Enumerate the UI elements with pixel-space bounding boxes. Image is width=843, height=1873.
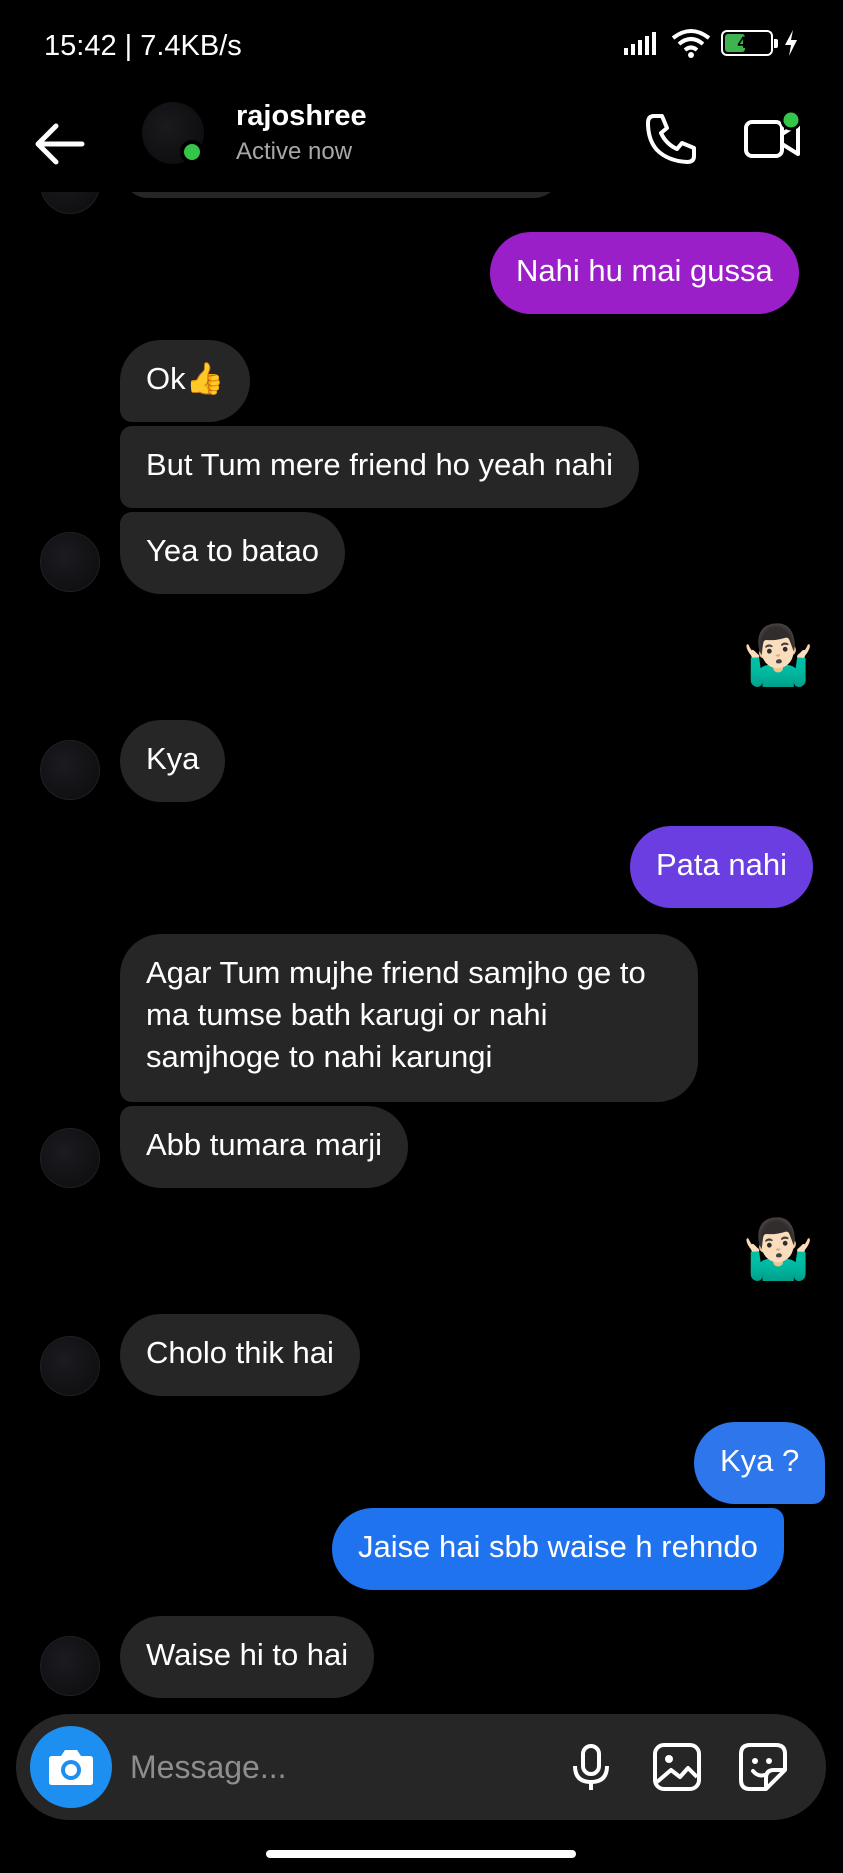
status-icons: 41 (623, 28, 799, 58)
message-bubble-cutoff (122, 192, 560, 198)
message-text: Yea to batao (146, 533, 319, 568)
message-bubble-sent[interactable]: Pata nahi (630, 826, 813, 908)
contact-avatar-small (40, 192, 100, 214)
message-bubble-received[interactable]: Kya (120, 720, 226, 802)
message-bubble-received[interactable]: Yea to batao (120, 512, 345, 594)
microphone-icon[interactable] (564, 1740, 618, 1794)
message-text: Jaise hai sbb waise h rehndo (358, 1529, 758, 1564)
back-arrow-icon[interactable] (30, 114, 90, 174)
contact-status: Active now (236, 138, 353, 165)
wifi-icon (671, 29, 711, 58)
message-bubble-received[interactable]: Abb tumara marji (120, 1106, 409, 1188)
video-camera-icon[interactable] (742, 108, 804, 170)
message-text: Kya (146, 741, 200, 776)
message-text: Pata nahi (656, 847, 787, 882)
contact-avatar-small (40, 1128, 100, 1188)
battery-level: 41 (737, 33, 757, 52)
contact-avatar-small (40, 1636, 100, 1696)
phone-icon[interactable] (640, 108, 702, 170)
chat-header: rajoshree Active now (0, 96, 843, 192)
message-text: Ok👍 (146, 361, 225, 396)
message-text: Agar Tum mujhe friend samjho ge to ma tu… (146, 955, 646, 1074)
status-time: 15:42 | 7.4KB/s (44, 30, 242, 62)
message-bubble-sent[interactable]: Jaise hai sbb waise h rehndo (332, 1508, 784, 1590)
battery-icon: 41 (721, 30, 778, 56)
home-indicator[interactable] (266, 1850, 576, 1858)
message-composer (16, 1714, 826, 1820)
message-text: Abb tumara marji (146, 1127, 383, 1162)
charging-icon (785, 30, 797, 56)
signal-icon (624, 32, 656, 55)
message-text: Cholo thik hai (146, 1335, 334, 1370)
message-bubble-sent[interactable]: Kya ? (694, 1422, 826, 1504)
contact-name[interactable]: rajoshree (236, 100, 367, 133)
message-bubble-received[interactable]: Waise hi to hai (120, 1616, 375, 1698)
contact-avatar-small (40, 1336, 100, 1396)
message-bubble-received[interactable]: Cholo thik hai (120, 1314, 360, 1396)
status-bar: 15:42 | 7.4KB/s 41 (0, 0, 843, 96)
camera-button[interactable] (30, 1726, 112, 1808)
message-bubble-received[interactable]: Agar Tum mujhe friend samjho ge to ma tu… (120, 934, 698, 1102)
message-thread[interactable]: Nahi hu mai gussa Ok👍 But Tum mere frien… (0, 192, 843, 1712)
message-bubble-received[interactable]: But Tum mere friend ho yeah nahi (120, 426, 639, 508)
message-text: Kya ? (720, 1443, 800, 1478)
shrug-emoji-message[interactable]: 🤷🏻‍♂️ (742, 624, 814, 688)
camera-icon (49, 1750, 93, 1785)
online-status-dot (180, 140, 204, 164)
sticker-icon[interactable] (736, 1740, 790, 1794)
message-input[interactable] (128, 1738, 552, 1796)
message-text: But Tum mere friend ho yeah nahi (146, 447, 613, 482)
contact-avatar-small (40, 740, 100, 800)
message-text: Nahi hu mai gussa (516, 253, 773, 288)
gallery-icon[interactable] (650, 1740, 704, 1794)
contact-avatar-small (40, 532, 100, 592)
message-bubble-received[interactable]: Ok👍 (120, 340, 251, 422)
message-text: Waise hi to hai (146, 1637, 349, 1672)
shrug-emoji-message[interactable]: 🤷🏻‍♂️ (742, 1218, 814, 1282)
message-bubble-sent[interactable]: Nahi hu mai gussa (490, 232, 799, 314)
